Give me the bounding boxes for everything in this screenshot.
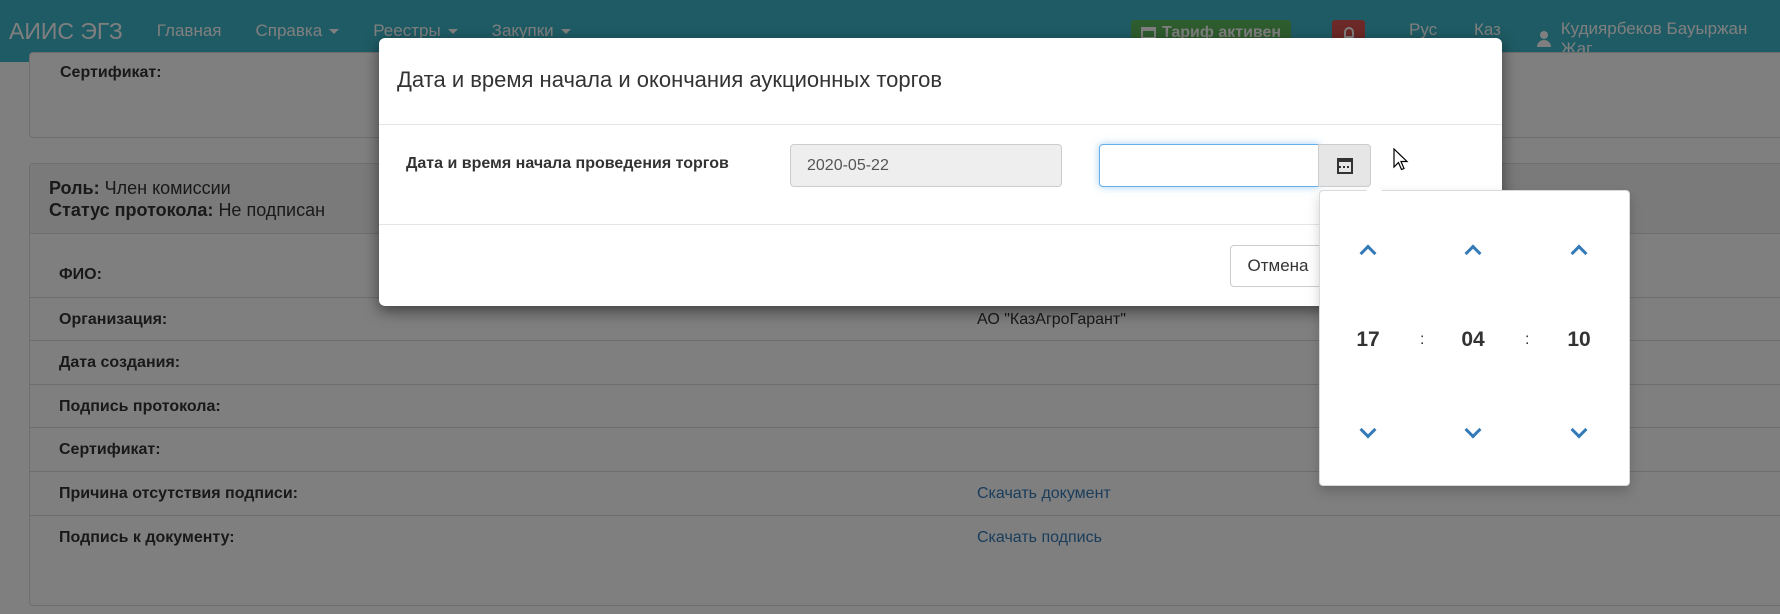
calendar-icon: [1336, 157, 1353, 174]
second-increment-icon[interactable]: [1570, 244, 1588, 262]
start-date-input[interactable]: 2020-05-22: [790, 144, 1062, 187]
start-datetime-label: Дата и время начала проведения торгов: [406, 155, 729, 172]
seconds-value[interactable]: 10: [1549, 328, 1609, 352]
cancel-button[interactable]: Отмена: [1230, 245, 1326, 287]
time-separator: :: [1420, 331, 1425, 348]
time-picker: 17 : 04 : 10: [1319, 183, 1630, 486]
time-separator: :: [1525, 331, 1530, 348]
calendar-button[interactable]: [1318, 144, 1371, 187]
minute-decrement-icon[interactable]: [1464, 421, 1482, 439]
start-time-input[interactable]: [1099, 144, 1319, 187]
minutes-value[interactable]: 04: [1443, 328, 1503, 352]
mouse-cursor-icon: [1393, 148, 1409, 171]
hour-decrement-icon[interactable]: [1359, 421, 1377, 439]
modal-title: Дата и время начала и окончания аукционн…: [397, 67, 943, 92]
hour-increment-icon[interactable]: [1359, 244, 1377, 262]
modal-header-divider: [379, 124, 1502, 125]
second-decrement-icon[interactable]: [1570, 421, 1588, 439]
hours-value[interactable]: 17: [1338, 328, 1398, 352]
minute-increment-icon[interactable]: [1464, 244, 1482, 262]
